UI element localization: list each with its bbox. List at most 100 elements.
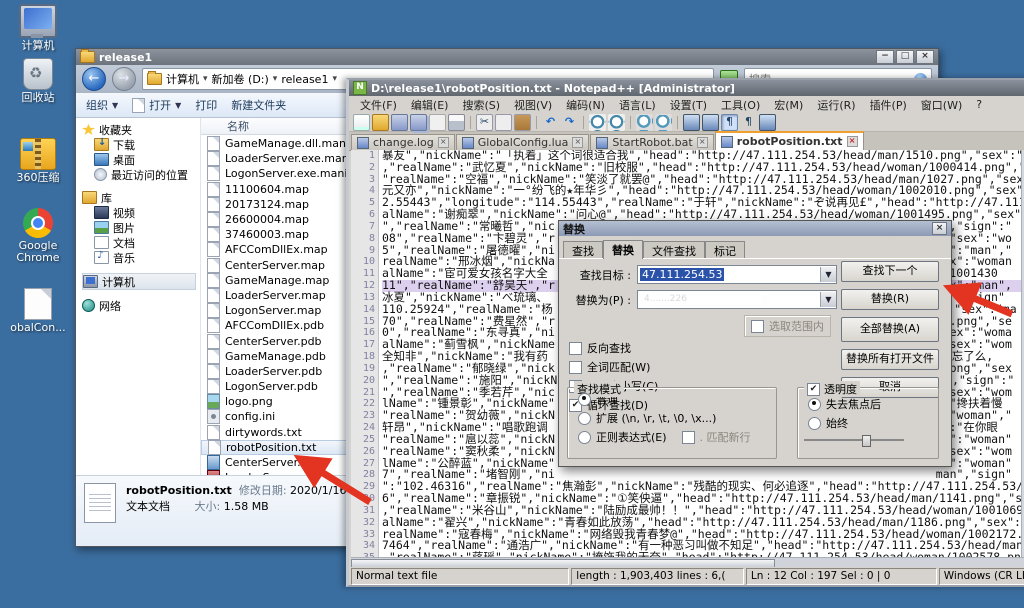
zoom-in-icon[interactable] [636,114,653,131]
zoom-out-icon[interactable] [655,114,672,131]
copy-icon[interactable] [495,114,512,131]
sidebar-item[interactable]: 音乐 [82,250,200,265]
breadcrumb-separator-icon[interactable]: ▾ [332,74,337,84]
dialog-close-button[interactable]: × [932,222,947,235]
maximize-button[interactable]: □ [896,50,914,64]
breadcrumb-segment[interactable]: 新加卷 (D:) [212,71,269,87]
sidebar-item[interactable]: 图片 [82,220,200,235]
tab-change.log[interactable]: change.log× [351,134,455,150]
sidebar-item-computer[interactable]: 计算机 [82,273,196,290]
radio-icon [808,398,821,411]
word-wrap-icon[interactable]: ¶ [721,114,738,131]
redo-icon[interactable]: ↷ [561,114,578,131]
menu-编辑(E)[interactable]: 编辑(E) [404,97,456,113]
dialog-titlebar[interactable]: 替换 × [559,221,951,236]
menu-设置(T)[interactable]: 设置(T) [663,97,714,113]
menu-运行(R)[interactable]: 运行(R) [810,97,862,113]
sidebar-item-favorites[interactable]: 收藏夹 [82,122,200,137]
desktop-icon-computer[interactable]: 计算机 [2,4,74,52]
dialog-tab-标记[interactable]: 标记 [705,241,745,258]
menu-工具(O)[interactable]: 工具(O) [714,97,767,113]
show-symbol-icon[interactable]: ¶ [740,114,757,131]
dialog-tab-查找[interactable]: 查找 [563,241,603,258]
sidebar-item-network[interactable]: 网络 [82,298,200,313]
tab-close-icon[interactable]: × [697,137,708,148]
menu-?[interactable]: ? [969,98,989,111]
sidebar-item-libraries[interactable]: 库 [82,190,200,205]
menu-搜索(S)[interactable]: 搜索(S) [455,97,507,113]
desktop-icon-recycle[interactable]: 回收站 [2,58,74,104]
tab-close-icon[interactable]: × [438,137,449,148]
radio-icon [578,393,591,406]
replace-all-button[interactable]: 全部替换(A) [841,317,939,342]
breadcrumb-segment[interactable]: 计算机 [166,71,199,87]
tab-close-icon[interactable]: × [572,137,583,148]
menu-视图(V)[interactable]: 视图(V) [507,97,559,113]
radio-扩展 (\n, \r, \t, \0, \x...)[interactable]: 扩展 (\n, \r, \t, \0, \x...) [578,410,776,426]
view-doc-icon[interactable] [683,114,700,131]
paste-icon[interactable] [514,114,531,131]
organize-button[interactable]: 组织▼ [86,97,118,113]
transparency-checkbox[interactable]: ✔ 透明度 [804,381,860,397]
menu-文件(F)[interactable]: 文件(F) [353,97,404,113]
doc-map-icon[interactable] [759,114,776,131]
menu-宏(M)[interactable]: 宏(M) [767,97,810,113]
breadcrumb-separator-icon[interactable]: ▾ [203,74,208,84]
tab-GlobalConfig.lua[interactable]: GlobalConfig.lua× [456,134,590,150]
save-icon[interactable] [391,114,408,131]
menu-语言(L)[interactable]: 语言(L) [612,97,663,113]
desktop-icon-zip[interactable]: 360压缩 [2,138,74,184]
menu-编码(N)[interactable]: 编码(N) [559,97,612,113]
breadcrumb-segment[interactable]: release1 [281,73,328,86]
replace-icon[interactable] [608,114,625,131]
dl-icon [94,138,109,151]
save-all-icon[interactable] [410,114,427,131]
print-icon[interactable] [448,114,465,131]
open-button[interactable]: 打开▼ [132,97,181,113]
desktop-icon-chrome[interactable]: Google Chrome [2,208,74,264]
notepad-titlebar[interactable]: N D:\release1\robotPosition.txt - Notepa… [349,80,1024,96]
tab-StartRobot.bat[interactable]: StartRobot.bat× [590,134,713,150]
sidebar-item[interactable]: 下载 [82,137,200,152]
forward-button[interactable]: → [112,67,136,91]
breadcrumb-separator-icon[interactable]: ▾ [273,74,278,84]
sidebar-item[interactable]: 最近访问的位置 [82,167,200,182]
cut-icon[interactable]: ✂ [476,114,493,131]
tab-robotPosition.txt[interactable]: robotPosition.txt× [715,131,864,150]
sidebar-item[interactable]: 桌面 [82,152,200,167]
replace-input[interactable]: ▼ [637,290,837,309]
find-icon[interactable] [589,114,606,131]
back-button[interactable]: ← [82,67,106,91]
sidebar-item[interactable]: 文档 [82,235,200,250]
print-button[interactable]: 打印 [195,97,217,113]
radio-正则表达式(E)[interactable]: 正则表达式(E). 匹配新行 [578,429,776,445]
view-sync-icon[interactable] [702,114,719,131]
menu-窗口(W)[interactable]: 窗口(W) [914,97,969,113]
transparency-slider[interactable] [804,439,904,441]
close-button[interactable]: × [916,50,934,64]
undo-icon[interactable]: ↶ [542,114,559,131]
chevron-down-icon[interactable]: ▼ [820,292,836,307]
replace-button[interactable]: 替换(R) [841,289,939,310]
close-icon[interactable] [429,114,446,131]
replace-all-open-button[interactable]: 替换所有打开文件 [841,349,939,370]
minimize-button[interactable]: − [876,50,894,64]
dialog-tab-替换[interactable]: 替换 [603,240,643,259]
new-file-icon[interactable] [353,114,370,131]
in-selection-checkbox[interactable]: 选取范围内 [744,315,831,337]
dialog-tab-文件查找[interactable]: 文件查找 [643,241,705,258]
matches-newline-checkbox[interactable]: . 匹配新行 [682,429,751,445]
radio-失去焦点后[interactable]: 失去焦点后 [808,396,938,412]
find-next-button[interactable]: 查找下一个 [841,261,939,282]
menu-插件(P)[interactable]: 插件(P) [863,97,914,113]
open-folder-icon[interactable] [372,114,389,131]
slider-thumb[interactable] [862,435,871,447]
new-folder-button[interactable]: 新建文件夹 [231,97,286,113]
chevron-down-icon[interactable]: ▼ [820,267,836,282]
find-input[interactable]: 47.111.254.53 ▼ [637,265,837,284]
sidebar-item[interactable]: 视频 [82,205,200,220]
tab-close-icon[interactable]: × [847,136,858,147]
explorer-titlebar[interactable]: release1 − □ × [76,49,938,65]
radio-始终[interactable]: 始终 [808,415,938,431]
desktop-icon-file[interactable]: obalCon... [2,288,74,334]
